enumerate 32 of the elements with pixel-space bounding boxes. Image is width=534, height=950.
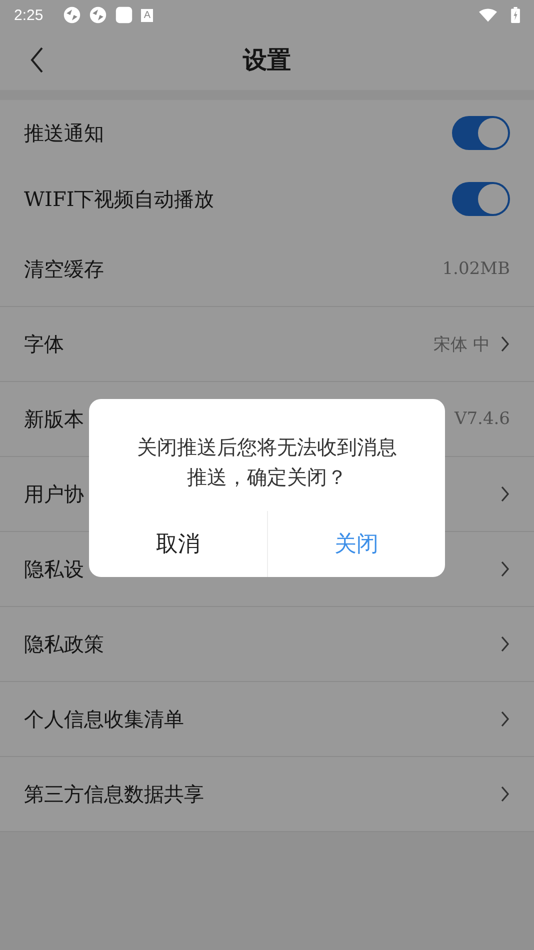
toggle-switch[interactable] — [452, 182, 510, 216]
setting-value: 宋体 中 — [434, 334, 490, 356]
wifi-icon — [479, 8, 497, 22]
chevron-right-icon — [500, 636, 510, 652]
setting-label: 推送通知 — [24, 120, 104, 146]
chevron-right-icon — [500, 486, 510, 502]
toggle-switch[interactable] — [452, 116, 510, 150]
setting-label: 个人信息收集清单 — [24, 706, 184, 732]
chevron-right-icon — [500, 711, 510, 727]
setting-label: 第三方信息数据共享 — [24, 780, 204, 808]
setting-label: 字体 — [24, 330, 64, 358]
square-notification-icon — [115, 6, 134, 24]
setting-label: 新版本 — [24, 406, 84, 432]
setting-label: WIFI下视频自动播放 — [24, 186, 214, 212]
chevron-right-icon — [500, 561, 510, 577]
keyboard-notification-icon: A — [141, 8, 154, 22]
setting-label: 清空缓存 — [24, 256, 104, 282]
cancel-button[interactable]: 取消 — [89, 511, 266, 577]
chevron-right-icon — [500, 336, 510, 352]
setting-label: 用户协 — [24, 480, 84, 508]
setting-value: 1.02MB — [442, 259, 510, 279]
back-icon[interactable] — [30, 47, 44, 73]
battery-icon — [511, 7, 520, 23]
dialog-message: 关闭推送后您将无法收到消息推送，确定关闭？ — [136, 434, 398, 491]
app-notification-icon — [63, 6, 82, 24]
setting-label: 隐私政策 — [24, 630, 104, 658]
status-time: 2:25 — [14, 6, 44, 24]
app-notification-icon — [89, 6, 108, 24]
page-title: 设置 — [243, 44, 291, 76]
chevron-right-icon — [500, 786, 510, 802]
setting-label: 隐私设 — [24, 556, 84, 582]
setting-value: V7.4.6 — [454, 409, 510, 429]
